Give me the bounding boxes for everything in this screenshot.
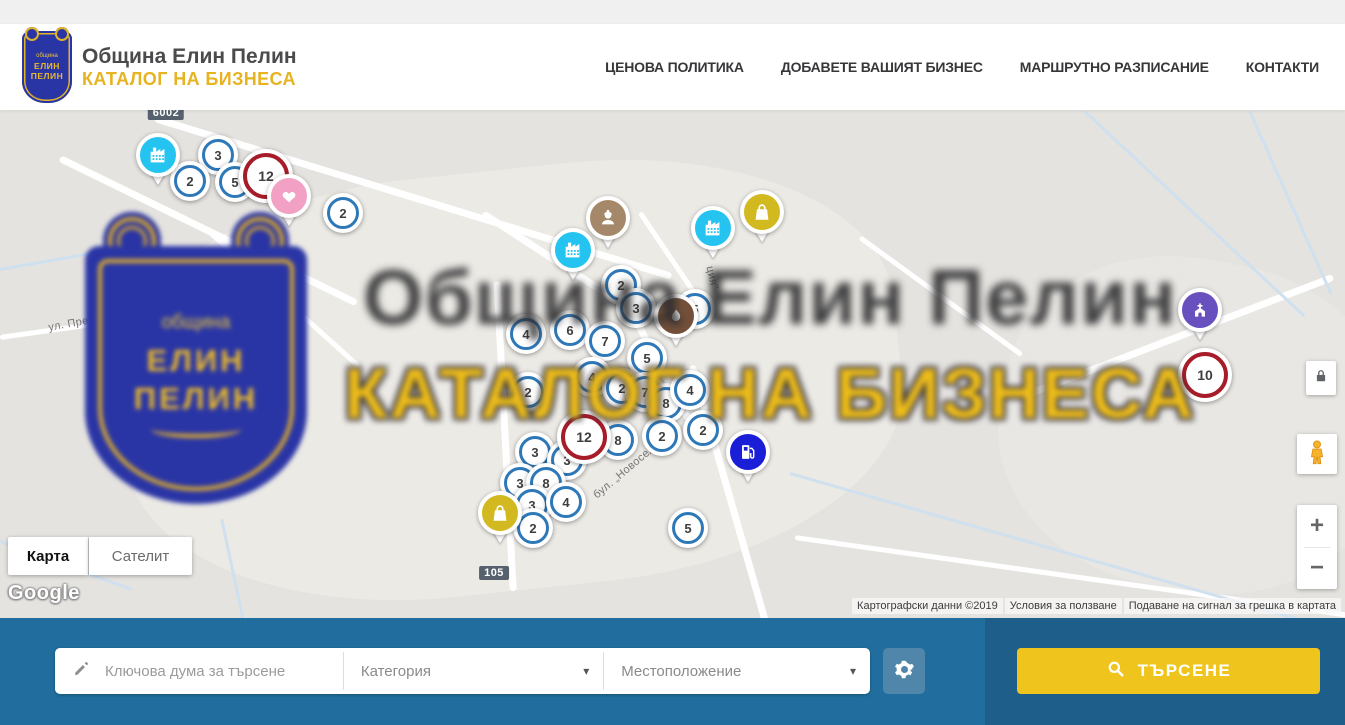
cluster-count: 4 [510,318,542,350]
nav-item-add-business[interactable]: ДОБАВЕТЕ ВАШИЯТ БИЗНЕС [781,59,983,75]
search-icon [1106,659,1126,684]
map-cluster-marker[interactable]: 2 [642,416,682,456]
advanced-settings-button[interactable] [883,648,925,694]
map-canvas[interactable]: 6002105ул. Преславбул. „Новоселция" 3252… [0,110,1345,618]
map-cluster-marker[interactable]: 6 [550,310,590,350]
site-subtitle: КАТАЛОГ НА БИЗНЕСА [82,69,297,90]
map-cluster-marker[interactable]: 10 [1178,348,1232,402]
attribution-link[interactable]: Подаване на сигнал за грешка в картата [1124,598,1341,614]
marker-layer: 3252235647542278482233383425121210 [0,110,1345,618]
crest-top-text: община [36,53,58,59]
main-nav: ЦЕНОВА ПОЛИТИКА ДОБАВЕТЕ ВАШИЯТ БИЗНЕС МАР… [605,59,1319,75]
fuel-pump-icon [726,430,770,474]
caret-down-icon: ▾ [583,664,589,678]
map-cluster-marker[interactable]: 2 [323,193,363,233]
attribution-text: Картографски данни ©2019 [852,598,1003,614]
google-logo[interactable]: Google [8,582,80,605]
map-type-satellite-button[interactable]: Сателит [89,537,192,575]
location-select[interactable]: Местоположение ▾ [604,648,870,694]
map-cluster-marker[interactable]: 4 [546,482,586,522]
cluster-count: 2 [687,414,719,446]
attribution-link[interactable]: Условия за ползване [1005,598,1122,614]
pencil-icon [72,659,91,683]
nav-item-transport-schedule[interactable]: МАРШРУТНО РАЗПИСАНИЕ [1020,59,1209,75]
keyword-input[interactable] [103,662,343,681]
lock-icon [1312,367,1330,390]
map-type-map-button[interactable]: Карта [8,537,88,575]
map-cluster-marker[interactable]: 5 [668,508,708,548]
category-value: Категория [361,663,431,680]
flame-icon [654,294,698,338]
factory-icon [551,228,595,272]
street-view-pegman-icon [1303,438,1331,471]
shopping-bag-icon [740,190,784,234]
crest-name-line1: ЕЛИН [34,61,60,71]
cluster-count: 3 [620,292,652,324]
cluster-count: 4 [674,374,706,406]
search-button-label: ТЪРСЕНЕ [1138,661,1232,681]
window-top-strip [0,0,1345,24]
cluster-count: 2 [174,165,206,197]
site-header: община ЕЛИН ПЕЛИН Община Елин Пелин КАТА… [0,24,1345,110]
search-bar: Категория ▾ Местоположение ▾ ТЪРСЕНЕ [0,618,1345,725]
zoom-out-button[interactable]: − [1297,548,1337,590]
factory-icon [691,206,735,250]
logo-text: Община Елин Пелин КАТАЛОГ НА БИЗНЕСА [82,45,297,90]
map-attribution: Картографски данни ©2019Условия за ползв… [852,598,1341,614]
map-cluster-marker[interactable]: 3 [616,288,656,328]
cluster-count: 6 [554,314,586,346]
gear-icon [894,659,915,683]
cluster-count: 10 [1182,352,1228,398]
site-title: Община Елин Пелин [82,45,297,69]
map-cluster-marker[interactable]: 7 [585,321,625,361]
worker-icon [586,196,630,240]
cluster-count: 2 [646,420,678,452]
keyword-field [55,648,343,694]
municipality-crest-icon: община ЕЛИН ПЕЛИН [22,31,72,103]
shopping-bag-icon [478,491,522,535]
search-button[interactable]: ТЪРСЕНЕ [1017,648,1320,694]
heart-icon [267,174,311,218]
church-icon [1178,288,1222,332]
map-cluster-marker[interactable]: 2 [683,410,723,450]
street-view-pegman[interactable] [1297,434,1337,474]
site-logo[interactable]: община ЕЛИН ПЕЛИН Община Елин Пелин КАТА… [22,31,297,103]
caret-down-icon: ▾ [850,664,856,678]
map-type-control: Карта Сателит [8,537,192,575]
map-cluster-marker[interactable]: 4 [506,314,546,354]
cluster-count: 2 [327,197,359,229]
map-cluster-marker[interactable]: 4 [670,370,710,410]
nav-item-contacts[interactable]: КОНТАКТИ [1246,59,1319,75]
cluster-count: 2 [512,376,544,408]
cluster-count: 2 [517,512,549,544]
map-cluster-marker[interactable]: 12 [557,410,611,464]
cluster-count: 5 [631,342,663,374]
cluster-count: 4 [550,486,582,518]
cluster-count: 7 [589,325,621,357]
cluster-count: 5 [672,512,704,544]
zoom-control: + − [1297,505,1337,589]
crest-name-line2: ПЕЛИН [31,71,64,81]
cluster-count: 12 [561,414,607,460]
category-select[interactable]: Категория ▾ [344,648,603,694]
zoom-in-button[interactable]: + [1297,505,1337,547]
lock-button[interactable] [1306,361,1336,395]
factory-icon [136,133,180,177]
location-value: Местоположение [621,663,741,680]
map-cluster-marker[interactable]: 2 [508,372,548,412]
search-field-group: Категория ▾ Местоположение ▾ [55,648,870,694]
nav-item-pricing[interactable]: ЦЕНОВА ПОЛИТИКА [605,59,744,75]
